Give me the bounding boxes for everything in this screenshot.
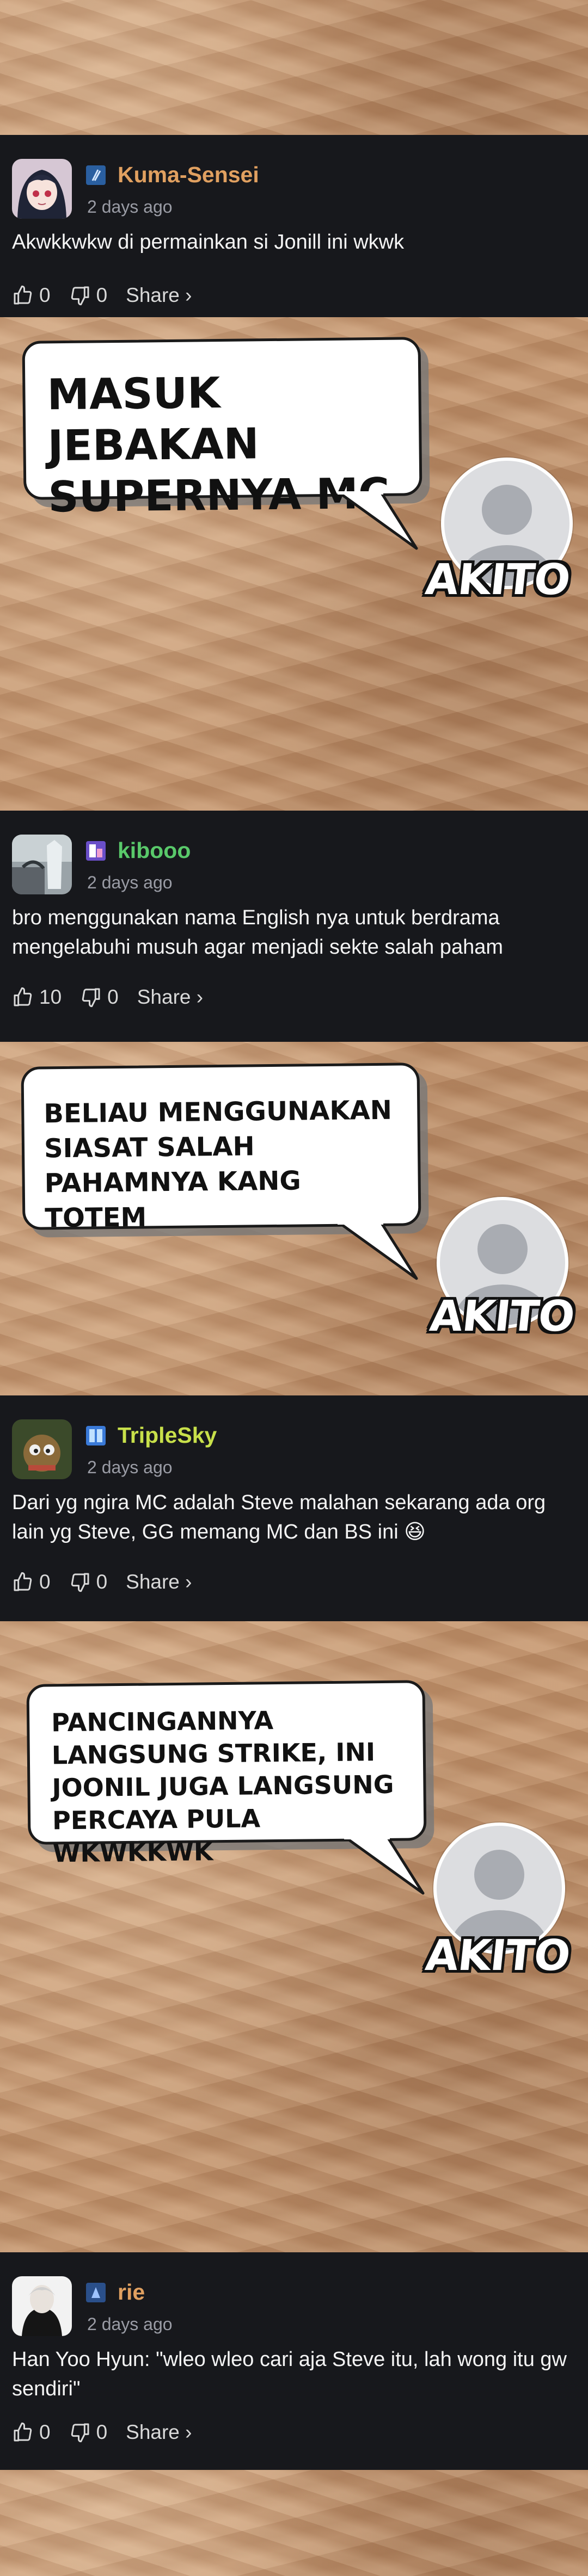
comment-actions: 10 0 Share › bbox=[12, 984, 222, 1011]
user-badge-icon bbox=[86, 165, 106, 185]
speech-bubble: MASUK JEBAKAN SUPERNYA MC bbox=[22, 337, 422, 522]
username[interactable]: rie bbox=[118, 2280, 145, 2305]
share-button[interactable]: Share › bbox=[126, 2421, 192, 2444]
comment-timestamp: 2 days ago bbox=[87, 197, 173, 217]
username[interactable]: kibooo bbox=[118, 838, 191, 863]
thumbs-down-icon bbox=[71, 1573, 89, 1592]
reaction-panel: PANCINGANNYA LANGSUNG STRIKE, INI JOONIL… bbox=[0, 1621, 588, 2252]
user-avatar[interactable] bbox=[12, 1419, 72, 1479]
speech-bubble: BELIAU MENGGUNAKAN SIASAT SALAH PAHAMNYA… bbox=[21, 1062, 421, 1233]
like-count: 10 bbox=[39, 986, 62, 1008]
like-button[interactable]: 0 bbox=[12, 1571, 51, 1593]
thumbs-up-icon bbox=[14, 987, 32, 1006]
user-badge-icon bbox=[86, 1426, 106, 1445]
username[interactable]: Kuma-Sensei bbox=[118, 162, 259, 188]
comment-card: rie 2 days ago Han Yoo Hyun: "wleo wleo … bbox=[0, 2252, 588, 2470]
sand-background bbox=[0, 2470, 588, 2576]
share-button[interactable]: Share › bbox=[126, 284, 192, 307]
speech-bubble-tail bbox=[338, 491, 418, 550]
comment-actions: 0 0 Share › bbox=[12, 282, 211, 309]
like-count: 0 bbox=[39, 2421, 51, 2443]
comment-text: bro menggunakan nama English nya untuk b… bbox=[12, 906, 503, 959]
username[interactable]: TripleSky bbox=[118, 1423, 217, 1448]
comment-timestamp: 2 days ago bbox=[87, 873, 173, 892]
user-badge-icon bbox=[86, 841, 106, 861]
share-button[interactable]: Share › bbox=[137, 986, 203, 1009]
dislike-button[interactable]: 0 bbox=[69, 1571, 108, 1593]
user-avatar[interactable] bbox=[12, 835, 72, 894]
user-badge-icon bbox=[86, 2283, 106, 2302]
share-button[interactable]: Share › bbox=[126, 1571, 192, 1593]
dislike-button[interactable]: 0 bbox=[80, 986, 119, 1009]
dislike-count: 0 bbox=[107, 986, 119, 1008]
comment-text: Han Yoo Hyun: "wleo wleo cari aja Steve … bbox=[12, 2348, 567, 2400]
speech-bubble-text: PANCINGANNYA LANGSUNG STRIKE, INI JOONIL… bbox=[51, 1706, 394, 1868]
user-avatar[interactable] bbox=[12, 159, 72, 219]
thumbs-up-icon bbox=[14, 285, 32, 305]
like-count: 0 bbox=[39, 284, 51, 306]
speech-bubble: PANCINGANNYA LANGSUNG STRIKE, INI JOONIL… bbox=[26, 1680, 427, 1868]
thumbs-up-icon bbox=[14, 1572, 32, 1591]
thumbs-up-icon bbox=[14, 2422, 32, 2442]
comment-text: Akwkkwkw di permainkan si Jonill ini wkw… bbox=[12, 231, 405, 254]
comment-timestamp: 2 days ago bbox=[87, 2314, 173, 2334]
thumbs-down-icon bbox=[82, 988, 100, 1008]
character-name: AKITO bbox=[423, 1931, 573, 1980]
character-name: AKITO bbox=[427, 1292, 577, 1341]
speech-bubble-tail bbox=[344, 1836, 425, 1895]
comment-text: Dari yg ngira MC adalah Steve malahan se… bbox=[12, 1491, 546, 1543]
user-avatar[interactable] bbox=[12, 2276, 72, 2336]
dislike-button[interactable]: 0 bbox=[69, 2421, 108, 2444]
comments-feed: Kuma-Sensei 2 days ago Akwkkwkw di perma… bbox=[0, 0, 588, 2576]
comment-card: TripleSky 2 days ago Dari yg ngira MC ad… bbox=[0, 1395, 588, 1621]
comment-card: Kuma-Sensei 2 days ago Akwkkwkw di perma… bbox=[0, 135, 588, 317]
comment-actions: 0 0 Share › bbox=[12, 1568, 211, 1596]
dislike-count: 0 bbox=[96, 284, 108, 306]
reaction-panel: BELIAU MENGGUNAKAN SIASAT SALAH PAHAMNYA… bbox=[0, 1042, 588, 1395]
dislike-count: 0 bbox=[96, 2421, 108, 2443]
dislike-button[interactable]: 0 bbox=[69, 284, 108, 307]
comment-card: kibooo 2 days ago bro menggunakan nama E… bbox=[0, 811, 588, 1042]
character-name: AKITO bbox=[423, 555, 573, 604]
dislike-count: 0 bbox=[96, 1571, 108, 1593]
speech-bubble-tail bbox=[338, 1221, 418, 1280]
comment-timestamp: 2 days ago bbox=[87, 1457, 173, 1477]
sand-background bbox=[0, 0, 588, 135]
thumbs-down-icon bbox=[71, 2423, 89, 2443]
like-button[interactable]: 0 bbox=[12, 2421, 51, 2444]
reaction-panel: MASUK JEBAKAN SUPERNYA MC AKITO bbox=[0, 317, 588, 811]
comment-actions: 0 0 Share › bbox=[12, 2419, 211, 2446]
like-button[interactable]: 10 bbox=[12, 986, 62, 1009]
like-count: 0 bbox=[39, 1571, 51, 1593]
like-button[interactable]: 0 bbox=[12, 284, 51, 307]
speech-bubble-text: BELIAU MENGGUNAKAN SIASAT SALAH PAHAMNYA… bbox=[44, 1095, 393, 1234]
thumbs-down-icon bbox=[71, 286, 89, 306]
